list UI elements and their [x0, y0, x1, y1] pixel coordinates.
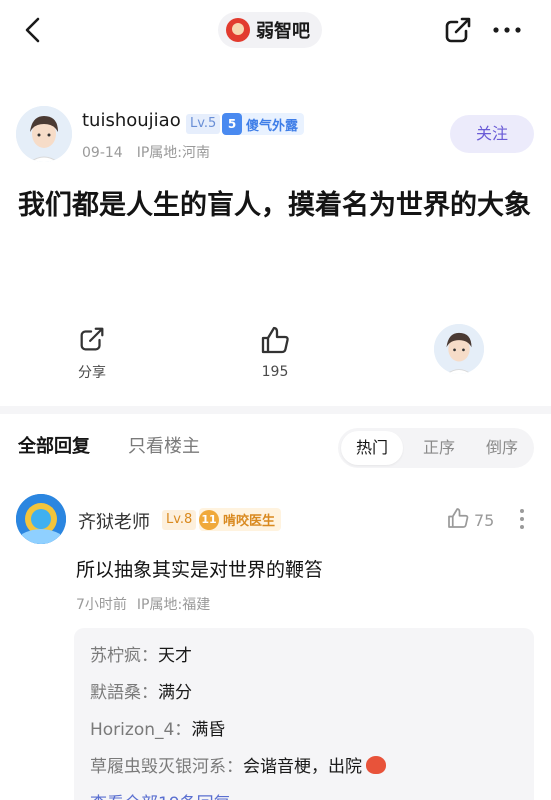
badge-level: 5	[222, 113, 242, 135]
thumbs-up-icon	[259, 326, 291, 360]
forum-name: 弱智吧	[256, 21, 310, 42]
section-divider	[0, 406, 551, 414]
author-meta: 09-14 IP属地:河南	[82, 142, 224, 162]
post-ip: IP属地:河南	[136, 145, 210, 161]
reply-author: Horizon_4：	[90, 720, 192, 740]
badge-text: 傻气外露	[246, 118, 299, 134]
badge-text: 啃咬医生	[223, 514, 276, 529]
tab-all-replies[interactable]: 全部回复	[18, 432, 90, 458]
sort-ascending[interactable]: 正序	[408, 428, 470, 468]
reply-author: 草履虫毁灭银河系：	[90, 757, 243, 777]
more-vertical-icon[interactable]	[512, 504, 532, 534]
post-title: 我们都是人生的盲人，摸着名为世界的大象	[18, 190, 531, 221]
share-icon[interactable]	[442, 14, 474, 46]
like-action[interactable]: 195	[245, 324, 305, 380]
forum-pill[interactable]: 弱智吧	[218, 12, 322, 48]
level-badge: Lv.5	[186, 114, 221, 134]
author-avatar-small[interactable]	[434, 324, 484, 374]
commenter-title-badge: 11 啃咬医生	[199, 508, 282, 531]
tab-op-only[interactable]: 只看楼主	[128, 432, 200, 458]
reply-text: 会谐音梗，出院	[243, 757, 362, 777]
post-date: 09-14	[82, 145, 123, 161]
reply-preview[interactable]: 苏柠疯：天才 默語桑：满分 Horizon_4：满昏 草履虫毁灭银河系：会谐音梗…	[74, 628, 534, 800]
reply-text: 满昏	[191, 720, 226, 740]
comment-ip: IP属地:福建	[136, 597, 211, 613]
commenter-name[interactable]: 齐狱老师	[78, 508, 150, 534]
sort-hot[interactable]: 热门	[341, 431, 403, 465]
comment-time: 7小时前	[76, 597, 127, 613]
reply-item[interactable]: 默語桑：满分	[90, 675, 518, 712]
reply-item[interactable]: Horizon_4：满昏	[90, 712, 518, 749]
chevron-left-icon[interactable]	[18, 14, 50, 46]
share-action[interactable]: 分享	[62, 324, 122, 382]
follow-button[interactable]: 关注	[450, 115, 534, 153]
thumbs-up-icon	[446, 506, 470, 534]
commenter-level: Lv.8	[162, 510, 197, 530]
reply-text: 天才	[158, 646, 192, 666]
sort-descending[interactable]: 倒序	[471, 428, 533, 468]
forum-avatar	[226, 18, 250, 42]
angry-emoji-icon	[366, 756, 386, 774]
author-avatar[interactable]	[16, 106, 72, 162]
reply-item[interactable]: 苏柠疯：天才	[90, 638, 518, 675]
more-icon[interactable]	[490, 16, 524, 44]
comment-like[interactable]: 75	[446, 506, 494, 534]
reply-item[interactable]: 草履虫毁灭银河系：会谐音梗，出院	[90, 749, 518, 786]
reply-author: 苏柠疯：	[90, 646, 158, 666]
like-count: 195	[261, 364, 289, 380]
view-all-replies-link[interactable]: 查看全部19条回复	[90, 786, 518, 800]
badge-level: 11	[199, 509, 219, 530]
title-badge: 5 傻气外露	[222, 113, 305, 135]
top-bar: 弱智吧	[0, 0, 551, 62]
sort-toggle: 热门 正序 倒序	[338, 428, 534, 468]
comment-text: 所以抽象其实是对世界的鞭笞	[76, 559, 324, 581]
share-icon	[77, 327, 107, 358]
comment-like-count: 75	[474, 510, 495, 530]
reply-text: 满分	[158, 683, 192, 703]
commenter-avatar[interactable]	[16, 494, 66, 544]
reply-author: 默語桑：	[90, 683, 158, 703]
share-label: 分享	[78, 365, 106, 381]
comment-meta: 7小时前 IP属地:福建	[76, 594, 220, 614]
author-name[interactable]: tuishoujiao	[82, 110, 181, 131]
